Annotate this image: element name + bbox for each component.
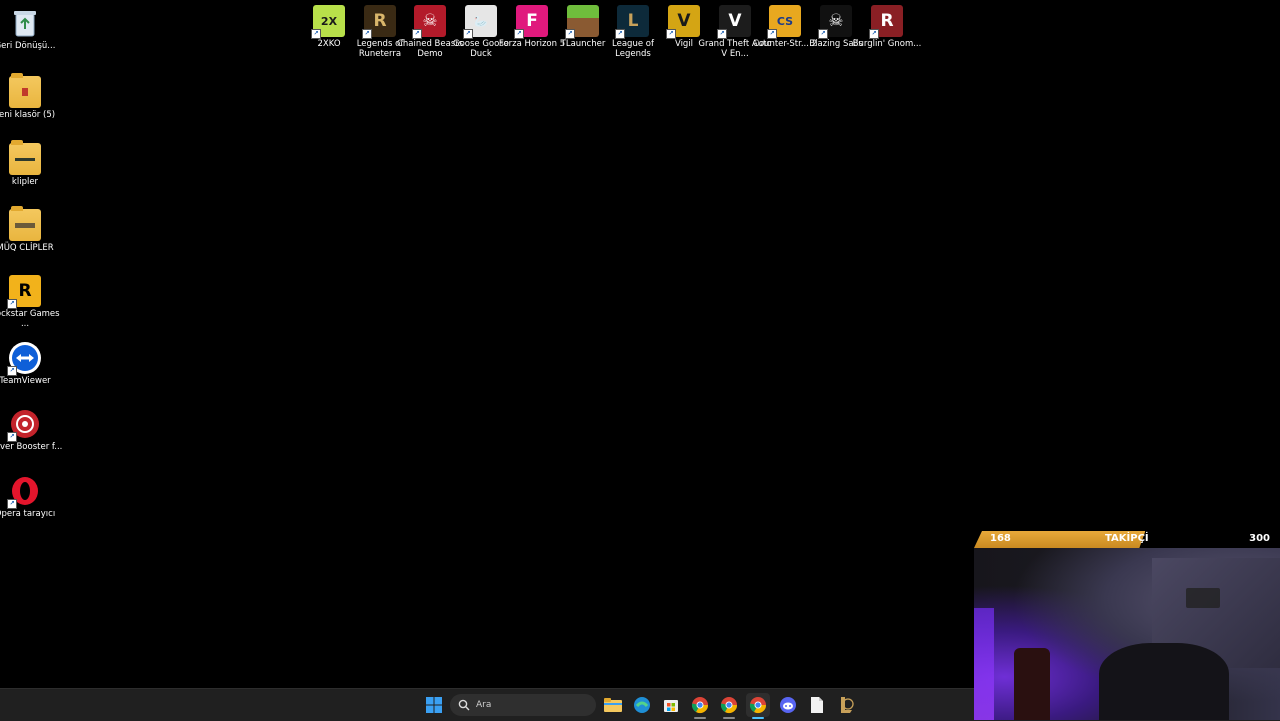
taskbar-file[interactable]: [805, 693, 829, 717]
taskbar-chrome-2[interactable]: [717, 693, 741, 719]
webcam-light: [974, 608, 994, 720]
shortcut-arrow-icon: ↗: [869, 29, 879, 39]
shortcut-arrow-icon: ↗: [514, 29, 524, 39]
follower-label: TAKİPÇİ: [1105, 533, 1149, 544]
follower-current: 168: [990, 533, 1011, 544]
taskbar-search[interactable]: Ara: [450, 694, 596, 716]
taskbar-chrome-1[interactable]: [688, 693, 712, 719]
shortcut-arrow-icon: ↗: [666, 29, 676, 39]
forza-icon: F ↗: [514, 5, 548, 39]
desktop-icon-rockstar[interactable]: R↗ Rockstar Games ...: [0, 275, 63, 329]
desktop-icon-label: Rockstar Games ...: [0, 309, 60, 329]
chained-beasts-icon: ☠ ↗: [412, 5, 446, 39]
counter-strike-icon: CS ↗: [767, 5, 801, 39]
file-explorer-icon: [604, 698, 622, 712]
taskbar-league-client[interactable]: [834, 693, 858, 717]
discord-icon: [780, 697, 796, 713]
folder-icon: [9, 140, 41, 175]
chrome-icon: [749, 697, 767, 714]
shortcut-arrow-icon: ↗: [767, 29, 777, 39]
folder-icon: [9, 206, 41, 241]
desktop-icon-label: Burglin' Gnom...: [852, 39, 922, 49]
follower-goal: 300: [1249, 533, 1270, 544]
recycle-bin-icon: [9, 7, 41, 39]
webcam-feed: [974, 548, 1280, 720]
2xko-icon: 2X ↗: [311, 5, 345, 39]
desktop-icon-label: klipler: [11, 177, 39, 187]
search-icon: [458, 699, 470, 711]
windows-start-icon: [426, 697, 442, 713]
store-icon: [664, 700, 678, 712]
desktop-icon-label: Driver Booster f...: [0, 442, 63, 452]
folder-icon: [9, 73, 41, 108]
vigil-icon: V ↗: [666, 5, 700, 39]
taskbar-chrome-3[interactable]: [746, 693, 770, 719]
webcam-logo: [1186, 588, 1220, 608]
edge-icon: [634, 697, 650, 713]
desktop-icon-burglin-gnome[interactable]: R ↗ Burglin' Gnom...: [849, 5, 925, 49]
taskbar-edge[interactable]: [630, 693, 654, 717]
driver-booster-icon: ↗: [7, 408, 41, 442]
desktop-icon-yeni-klasor[interactable]: Yeni klasör (5): [0, 73, 63, 120]
webcam-chair: [1014, 648, 1050, 720]
desktop-icon-muq-clipler[interactable]: MÜQ CLİPLER: [0, 206, 63, 253]
teamviewer-icon: ↗: [7, 342, 41, 376]
desktop-icon-label: MÜQ CLİPLER: [0, 243, 54, 253]
desktop-icon-label: Yeni klasör (5): [0, 110, 56, 120]
desktop-icon-label: Geri Dönüşü...: [0, 41, 56, 51]
desktop-icon-klipler[interactable]: klipler: [0, 140, 63, 187]
start-button[interactable]: [422, 693, 446, 717]
shortcut-arrow-icon: ↗: [717, 29, 727, 39]
file-icon: [811, 697, 823, 713]
shortcut-arrow-icon: ↗: [463, 29, 473, 39]
chrome-icon: [691, 697, 709, 714]
taskbar-discord[interactable]: [776, 693, 800, 717]
skull-icon: ☠ ↗: [818, 5, 852, 39]
desktop-icon-driver-booster[interactable]: ↗ Driver Booster f...: [0, 408, 63, 452]
rockstar-icon: R ↗: [7, 275, 41, 309]
shortcut-arrow-icon: ↗: [818, 29, 828, 39]
follower-goal-bar: 168 TAKİPÇİ 300: [974, 531, 1280, 548]
goose-icon: 🦢 ↗: [463, 5, 497, 39]
desktop-icon-teamviewer[interactable]: ↗ TeamViewer: [0, 342, 63, 386]
chrome-icon: [720, 697, 738, 714]
search-placeholder: Ara: [476, 700, 492, 710]
desktop-icon-recycle-bin[interactable]: Geri Dönüşü...: [0, 7, 63, 51]
taskbar-file-explorer[interactable]: [601, 693, 625, 717]
opera-icon: ↗: [7, 475, 41, 509]
league-client-icon: [841, 697, 854, 713]
burglin-gnome-icon: R ↗: [869, 5, 903, 39]
shortcut-arrow-icon: ↗: [311, 29, 321, 39]
shortcut-arrow-icon: ↗: [362, 29, 372, 39]
shortcut-arrow-icon: ↗: [565, 29, 575, 39]
webcam-person: [1099, 643, 1229, 720]
shortcut-arrow-icon: ↗: [412, 29, 422, 39]
taskbar-store[interactable]: [659, 693, 683, 717]
desktop-icon-label: TeamViewer: [0, 376, 51, 386]
desktop-icon-opera[interactable]: ↗ Opera tarayıcı: [0, 475, 63, 519]
league-icon: L ↗: [615, 5, 649, 39]
shortcut-arrow-icon: ↗: [615, 29, 625, 39]
desktop-icon-label: Opera tarayıcı: [0, 509, 56, 519]
